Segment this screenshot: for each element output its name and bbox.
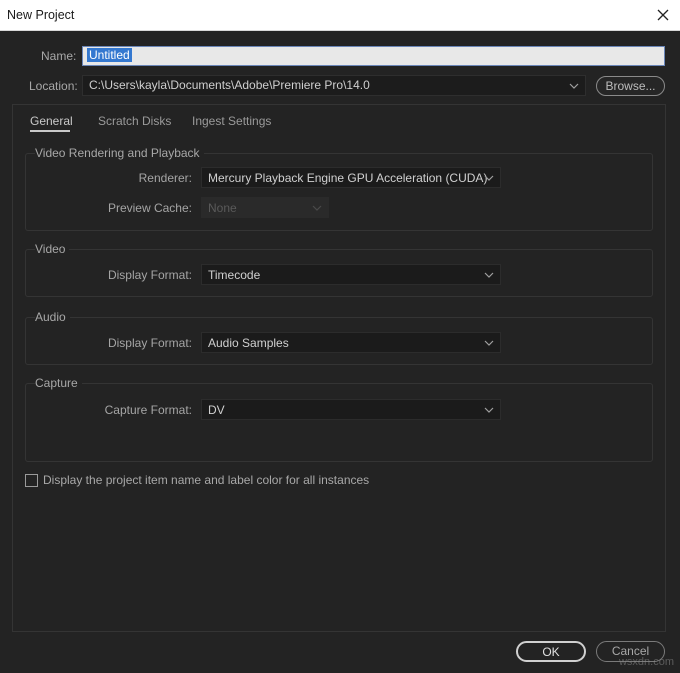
close-icon [657, 9, 669, 21]
renderer-value: Mercury Playback Engine GPU Acceleration… [208, 171, 488, 185]
capture-format-dropdown[interactable]: DV [201, 399, 501, 420]
preview-cache-dropdown: None [201, 197, 329, 218]
chevron-down-icon [312, 205, 322, 211]
video-display-format-dropdown[interactable]: Timecode [201, 264, 501, 285]
chevron-down-icon [569, 83, 579, 89]
location-label: Location: [29, 79, 78, 93]
browse-button[interactable]: Browse... [596, 76, 665, 96]
audio-display-format-label: Display Format: [107, 336, 192, 350]
location-value: C:\Users\kayla\Documents\Adobe\Premiere … [89, 78, 370, 92]
tab-scratch-disks[interactable]: Scratch Disks [98, 114, 171, 128]
name-value: Untitled [87, 48, 132, 62]
tab-general[interactable]: General [30, 114, 73, 128]
display-label-color-option[interactable]: Display the project item name and label … [25, 473, 369, 487]
chevron-down-icon [484, 272, 494, 278]
chevron-down-icon [484, 340, 494, 346]
chevron-down-icon [484, 407, 494, 413]
capture-format-value: DV [208, 403, 225, 417]
display-label-color-label: Display the project item name and label … [43, 473, 370, 487]
video-display-format-value: Timecode [208, 268, 261, 282]
window-title: New Project [7, 8, 75, 22]
video-group: Video Display Format: Timecode [25, 242, 653, 297]
name-label: Name: [41, 49, 77, 63]
audio-group: Audio Display Format: Audio Samples [25, 310, 653, 365]
renderer-dropdown[interactable]: Mercury Playback Engine GPU Acceleration… [201, 167, 501, 188]
settings-panel: General Scratch Disks Ingest Settings Vi… [12, 104, 666, 632]
audio-display-format-value: Audio Samples [208, 336, 289, 350]
audio-display-format-dropdown[interactable]: Audio Samples [201, 332, 501, 353]
ok-button[interactable]: OK [516, 641, 586, 662]
active-tab-indicator [30, 130, 70, 132]
title-bar: New Project [0, 0, 680, 31]
video-rendering-group: Video Rendering and Playback Renderer: M… [25, 146, 653, 231]
location-dropdown[interactable]: C:\Users\kayla\Documents\Adobe\Premiere … [82, 75, 586, 96]
video-display-format-label: Display Format: [107, 268, 192, 282]
name-input[interactable]: Untitled [82, 46, 665, 66]
video-rendering-title: Video Rendering and Playback [35, 146, 204, 160]
preview-cache-label: Preview Cache: [107, 201, 192, 215]
capture-title: Capture [35, 376, 82, 390]
capture-format-label: Capture Format: [104, 403, 192, 417]
renderer-label: Renderer: [138, 171, 192, 185]
checkbox-icon[interactable] [25, 473, 38, 487]
audio-title: Audio [35, 310, 70, 324]
tab-ingest-settings[interactable]: Ingest Settings [192, 114, 271, 128]
watermark: wsxdn.com [618, 656, 674, 668]
close-button[interactable] [652, 4, 674, 26]
capture-group: Capture Capture Format: DV [25, 376, 653, 462]
chevron-down-icon [484, 175, 494, 181]
video-title: Video [35, 242, 70, 256]
preview-cache-value: None [208, 201, 237, 215]
